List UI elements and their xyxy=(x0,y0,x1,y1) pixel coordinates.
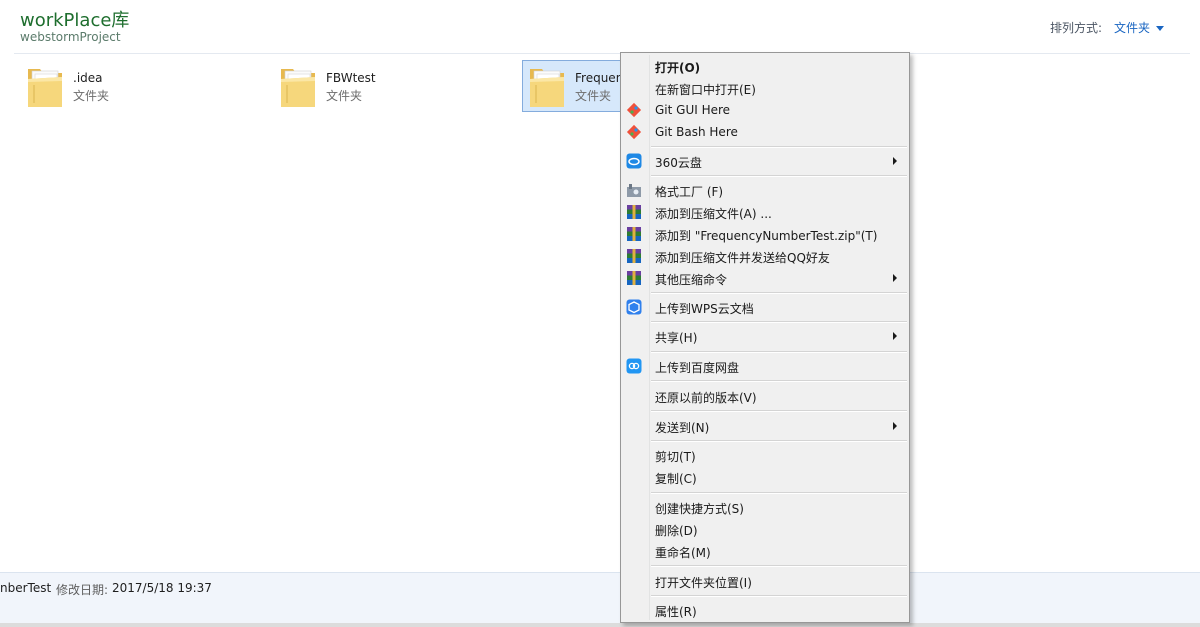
menu-item-360-cloud[interactable]: 360云盘 xyxy=(623,150,907,172)
git-icon xyxy=(626,102,642,118)
details-item-name: nberTest xyxy=(0,581,52,595)
menu-item-label: 共享(H) xyxy=(655,331,698,345)
menu-item-label: 在新窗口中打开(E) xyxy=(655,83,756,97)
menu-item-label: 360云盘 xyxy=(655,156,702,170)
winrar-icon xyxy=(627,205,641,219)
submenu-arrow-icon xyxy=(893,422,897,430)
menu-item-properties[interactable]: 属性(R) xyxy=(623,599,907,621)
menu-item-label: 还原以前的版本(V) xyxy=(655,391,757,405)
menu-item-label: 格式工厂 (F) xyxy=(655,185,724,199)
menu-item-label: 打开(O) xyxy=(655,61,701,75)
context-menu: 打开(O) 在新窗口中打开(E) Git GUI Here Git Bash H… xyxy=(620,52,910,623)
folder-name: .idea xyxy=(73,71,103,85)
menu-separator xyxy=(651,595,907,597)
wps-cloud-icon xyxy=(626,299,642,315)
folder-item-fbwtest[interactable]: FBWtest 文件夹 xyxy=(273,60,513,112)
menu-item-label: 上传到百度网盘 xyxy=(655,361,740,375)
menu-item-format-factory[interactable]: 格式工厂 (F) xyxy=(623,179,907,201)
winrar-icon xyxy=(627,249,641,263)
submenu-arrow-icon xyxy=(893,157,897,165)
menu-item-add-archive[interactable]: 添加到压缩文件(A) ... xyxy=(623,201,907,223)
details-date-label: 修改日期: xyxy=(56,583,109,597)
menu-item-label: 复制(C) xyxy=(655,472,697,486)
menu-item-restore-versions[interactable]: 还原以前的版本(V) xyxy=(623,385,907,407)
menu-item-other-archive-commands[interactable]: 其他压缩命令 xyxy=(623,267,907,289)
folder-icon xyxy=(278,63,318,109)
menu-item-label: 上传到WPS云文档 xyxy=(655,302,754,316)
menu-separator xyxy=(651,410,907,412)
menu-item-rename[interactable]: 重命名(M) xyxy=(623,540,907,562)
menu-item-label: 剪切(T) xyxy=(655,450,696,464)
folder-icon xyxy=(25,63,65,109)
library-subtitle: webstormProject xyxy=(20,30,121,44)
menu-item-open-new-window[interactable]: 在新窗口中打开(E) xyxy=(623,77,907,99)
format-factory-icon xyxy=(627,184,641,197)
details-pane: nberTest 修改日期: 2017/5/18 19:37 xyxy=(0,573,1200,627)
menu-item-label: 添加到 "FrequencyNumberTest.zip"(T) xyxy=(655,229,878,243)
menu-item-add-zip[interactable]: 添加到 "FrequencyNumberTest.zip"(T) xyxy=(623,223,907,245)
menu-separator xyxy=(651,351,907,353)
submenu-arrow-icon xyxy=(893,332,897,340)
library-title: workPlace库 xyxy=(20,10,130,31)
folder-type: 文件夹 xyxy=(73,89,110,103)
menu-item-delete[interactable]: 删除(D) xyxy=(623,518,907,540)
menu-item-upload-baidu[interactable]: 上传到百度网盘 xyxy=(623,355,907,377)
menu-item-upload-wps[interactable]: 上传到WPS云文档 xyxy=(623,296,907,318)
menu-separator xyxy=(651,321,907,323)
menu-separator xyxy=(651,292,907,294)
menu-item-label: Git Bash Here xyxy=(655,125,738,139)
menu-item-create-shortcut[interactable]: 创建快捷方式(S) xyxy=(623,496,907,518)
menu-separator xyxy=(651,175,907,177)
submenu-arrow-icon xyxy=(893,274,897,282)
cloud-360-icon xyxy=(626,153,642,169)
chevron-down-icon xyxy=(1156,26,1165,31)
folder-name: FBWtest xyxy=(326,71,376,85)
menu-item-label: 发送到(N) xyxy=(655,421,710,435)
menu-item-send-to[interactable]: 发送到(N) xyxy=(623,415,907,437)
details-date-value: 2017/5/18 19:37 xyxy=(112,581,212,595)
menu-separator xyxy=(651,380,907,382)
menu-item-copy[interactable]: 复制(C) xyxy=(623,466,907,488)
menu-item-label: 属性(R) xyxy=(655,605,697,619)
menu-item-archive-send-qq[interactable]: 添加到压缩文件并发送给QQ好友 xyxy=(623,245,907,267)
menu-separator xyxy=(651,146,907,148)
menu-separator xyxy=(651,492,907,494)
menu-item-label: 删除(D) xyxy=(655,524,698,538)
menu-item-git-gui[interactable]: Git GUI Here xyxy=(623,99,907,121)
menu-item-label: Git GUI Here xyxy=(655,103,731,117)
folder-name: Frequen xyxy=(575,71,624,85)
baidu-netdisk-icon xyxy=(626,358,642,374)
winrar-icon xyxy=(627,271,641,285)
menu-item-label: 添加到压缩文件并发送给QQ好友 xyxy=(655,251,830,265)
menu-item-share[interactable]: 共享(H) xyxy=(623,325,907,347)
menu-item-label: 其他压缩命令 xyxy=(655,273,728,287)
folder-type: 文件夹 xyxy=(326,89,363,103)
menu-item-label: 打开文件夹位置(I) xyxy=(655,576,752,590)
menu-item-label: 重命名(M) xyxy=(655,546,711,560)
sort-dropdown[interactable]: 文件夹 xyxy=(1114,19,1165,36)
folder-type: 文件夹 xyxy=(575,89,612,103)
header-divider xyxy=(14,53,1190,54)
sort-label: 排列方式: xyxy=(1050,21,1103,35)
menu-item-open-folder-location[interactable]: 打开文件夹位置(I) xyxy=(623,570,907,592)
folder-icon xyxy=(527,63,567,109)
menu-item-git-bash[interactable]: Git Bash Here xyxy=(623,121,907,143)
menu-separator xyxy=(651,440,907,442)
library-header: workPlace库 webstormProject 排列方式: 文件夹 xyxy=(0,0,1200,54)
status-bar xyxy=(0,623,1200,627)
folder-item-idea[interactable]: .idea 文件夹 xyxy=(20,60,260,112)
menu-item-cut[interactable]: 剪切(T) xyxy=(623,444,907,466)
menu-item-label: 创建快捷方式(S) xyxy=(655,502,744,516)
menu-separator xyxy=(651,565,907,567)
menu-item-open[interactable]: 打开(O) xyxy=(623,55,907,77)
winrar-icon xyxy=(627,227,641,241)
sort-value: 文件夹 xyxy=(1114,21,1151,35)
git-icon xyxy=(626,124,642,140)
menu-item-label: 添加到压缩文件(A) ... xyxy=(655,207,772,221)
